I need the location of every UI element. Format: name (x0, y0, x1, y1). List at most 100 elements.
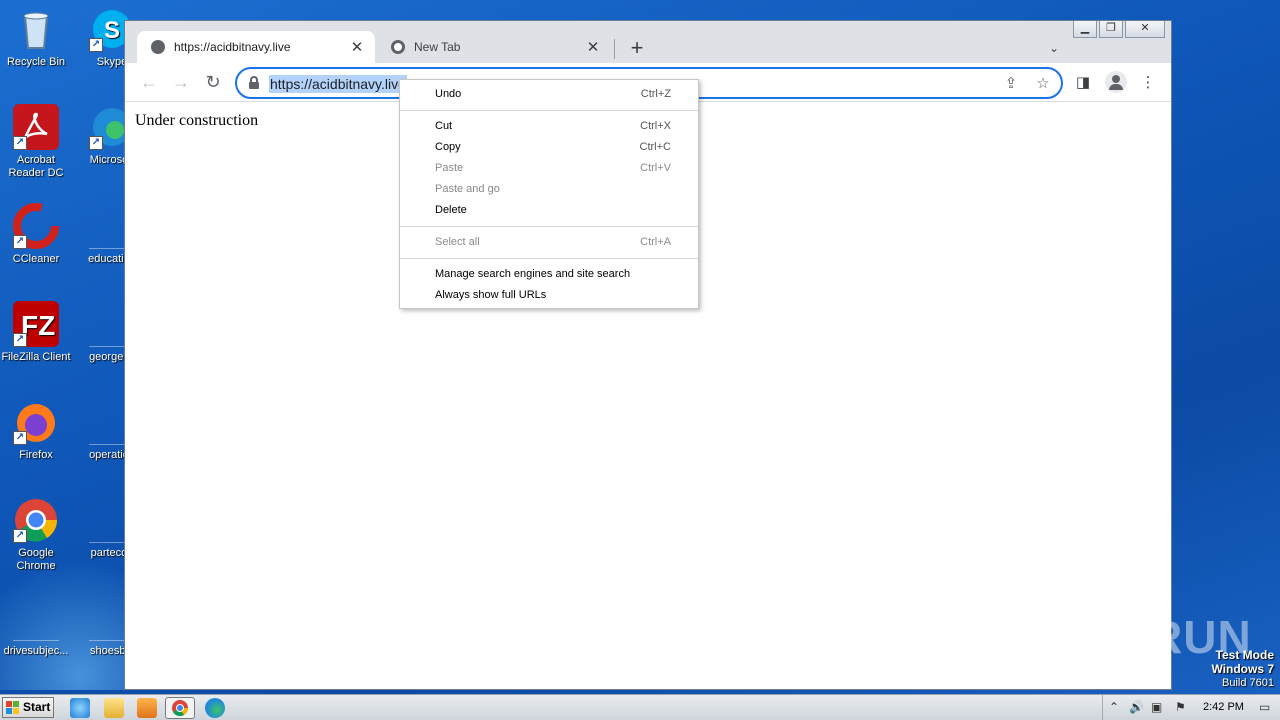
start-label: Start (23, 700, 51, 714)
recycle-bin-icon (13, 6, 59, 52)
clock[interactable]: 2:42 PM (1203, 701, 1244, 713)
menu-item-shortcut: Ctrl+X (640, 120, 671, 132)
edge-taskbar-icon[interactable] (205, 698, 225, 718)
tab-search-chevron-icon[interactable]: ⌄ (1049, 41, 1059, 55)
menu-item-label: Manage search engines and site search (435, 268, 631, 280)
system-tray: ⌃ 🔊 ▣ ⚑ 2:42 PM ▭ (1102, 695, 1280, 720)
menu-item-label: Copy (435, 141, 461, 153)
desktop-icon-filezilla[interactable]: FZ ↗ FileZilla Client (0, 301, 74, 364)
tab-strip: https://acidbitnavy.live ✕ New Tab ✕ + ⌄ (125, 29, 1171, 63)
show-desktop-icon[interactable]: ▭ (1259, 700, 1270, 714)
kebab-menu-icon[interactable]: ⋮ (1137, 72, 1159, 94)
context-menu: Undo Ctrl+Z Cut Ctrl+X Copy Ctrl+C Paste… (399, 79, 699, 309)
action-center-flag-icon[interactable]: ⚑ (1175, 700, 1186, 714)
start-button[interactable]: Start (2, 697, 54, 718)
chrome-favicon-icon (391, 40, 405, 54)
lock-icon (249, 76, 259, 90)
menu-item-label: Delete (435, 204, 467, 216)
file-explorer-icon[interactable] (104, 698, 124, 718)
tab-separator (614, 39, 615, 59)
tab-acidbitnavy[interactable]: https://acidbitnavy.live ✕ (137, 31, 375, 63)
forward-arrow-icon[interactable]: → (170, 71, 192, 93)
close-tab-icon[interactable]: ✕ (585, 38, 601, 56)
desktop-icon-recycle-bin[interactable]: Recycle Bin (0, 6, 74, 69)
menu-item-label: Always show full URLs (435, 289, 547, 301)
menu-item-label: Undo (435, 88, 462, 100)
menu-item-shortcut: Ctrl+A (640, 236, 671, 248)
menu-item-shortcut: Ctrl+Z (640, 88, 671, 100)
tab-title: New Tab (414, 40, 461, 54)
menu-item-paste-and-go[interactable]: Paste and go (400, 179, 698, 200)
desktop-icon-ccleaner[interactable]: ↗ CCleaner (0, 203, 74, 266)
build-label: Build 7601 (1222, 677, 1274, 689)
menu-item-label: Cut (435, 120, 453, 132)
taskbar: Start ⌃ 🔊 ▣ ⚑ 2:42 PM ▭ (0, 694, 1280, 720)
desktop-icon-label: FileZilla Client (1, 351, 71, 363)
firefox-icon: ↗ (13, 399, 59, 445)
menu-item-always-show-full-urls[interactable]: Always show full URLs (400, 285, 698, 306)
side-panel-icon[interactable]: ◨ (1072, 72, 1094, 94)
os-label: Windows 7 (1211, 662, 1274, 676)
taskbar-chrome-button[interactable] (165, 697, 195, 719)
page-body-text: Under construction (135, 112, 259, 129)
shortcut-arrow-icon: ↗ (13, 235, 27, 249)
menu-item-shortcut: Ctrl+V (640, 162, 671, 174)
desktop-icon-label: CCleaner (12, 253, 60, 265)
test-mode-notice: Test Mode Windows 7 Build 7601 (1211, 648, 1274, 690)
test-mode-label: Test Mode (1215, 648, 1274, 662)
globe-icon (151, 40, 165, 54)
tab-title: https://acidbitnavy.live (174, 40, 291, 54)
desktop-icon-label: Recycle Bin (6, 56, 66, 68)
menu-separator (400, 226, 698, 227)
windows-flag-icon (6, 701, 20, 714)
volume-icon[interactable]: 🔊 (1129, 700, 1144, 714)
menu-item-undo[interactable]: Undo Ctrl+Z (400, 84, 698, 105)
desktop-icon-google-chrome[interactable]: ↗ Google Chrome (0, 497, 74, 573)
network-icon[interactable]: ▣ (1151, 700, 1162, 714)
menu-item-label: Select all (435, 236, 480, 248)
menu-separator (400, 258, 698, 259)
menu-item-manage-search-engines[interactable]: Manage search engines and site search (400, 264, 698, 285)
desktop-icon-drivesubject[interactable]: drivesubjec... (0, 595, 74, 658)
shortcut-arrow-icon: ↗ (13, 333, 27, 347)
internet-explorer-icon[interactable] (70, 698, 90, 718)
profile-avatar-icon[interactable] (1105, 71, 1127, 93)
desktop-icon-firefox[interactable]: ↗ Firefox (0, 399, 74, 462)
menu-separator (400, 110, 698, 111)
share-icon[interactable]: ⇪ (1001, 74, 1021, 94)
desktop-icon-acrobat-reader[interactable]: ↗ Acrobat Reader DC (0, 104, 74, 180)
desktop-icon-label: drivesubjec... (3, 645, 69, 657)
shortcut-arrow-icon: ↗ (89, 136, 103, 150)
menu-item-paste[interactable]: Paste Ctrl+V (400, 158, 698, 179)
chrome-icon: ↗ (13, 497, 59, 543)
menu-item-shortcut: Ctrl+C (639, 141, 671, 153)
shortcut-arrow-icon: ↗ (13, 431, 27, 445)
shortcut-arrow-icon: ↗ (13, 529, 27, 543)
desktop-icon-label: Acrobat Reader DC (8, 154, 64, 179)
menu-item-select-all[interactable]: Select all Ctrl+A (400, 232, 698, 253)
filezilla-icon: FZ ↗ (13, 301, 59, 347)
bookmark-star-icon[interactable]: ☆ (1033, 74, 1053, 94)
url-text[interactable]: https://acidbitnavy.live (269, 75, 407, 93)
tab-new-tab[interactable]: New Tab ✕ (377, 31, 611, 63)
menu-item-cut[interactable]: Cut Ctrl+X (400, 116, 698, 137)
reload-icon[interactable]: ↻ (202, 71, 224, 93)
chrome-icon (172, 700, 189, 717)
acrobat-reader-icon: ↗ (13, 104, 59, 150)
new-tab-button[interactable]: + (625, 35, 649, 61)
menu-item-label: Paste (435, 162, 464, 174)
svg-text:S: S (104, 17, 120, 44)
menu-item-copy[interactable]: Copy Ctrl+C (400, 137, 698, 158)
desktop-icon-label: Google Chrome (16, 547, 56, 572)
back-arrow-icon[interactable]: ← (138, 71, 160, 93)
show-hidden-icons-icon[interactable]: ⌃ (1109, 700, 1119, 714)
media-player-icon[interactable] (137, 698, 157, 718)
desktop-icon-label: Firefox (19, 449, 53, 461)
menu-item-label: Paste and go (435, 183, 500, 195)
ccleaner-icon: ↗ (13, 203, 59, 249)
shortcut-arrow-icon: ↗ (13, 136, 27, 150)
blank-file-icon (13, 595, 59, 641)
close-tab-icon[interactable]: ✕ (349, 38, 365, 56)
shortcut-arrow-icon: ↗ (89, 38, 103, 52)
menu-item-delete[interactable]: Delete (400, 200, 698, 221)
